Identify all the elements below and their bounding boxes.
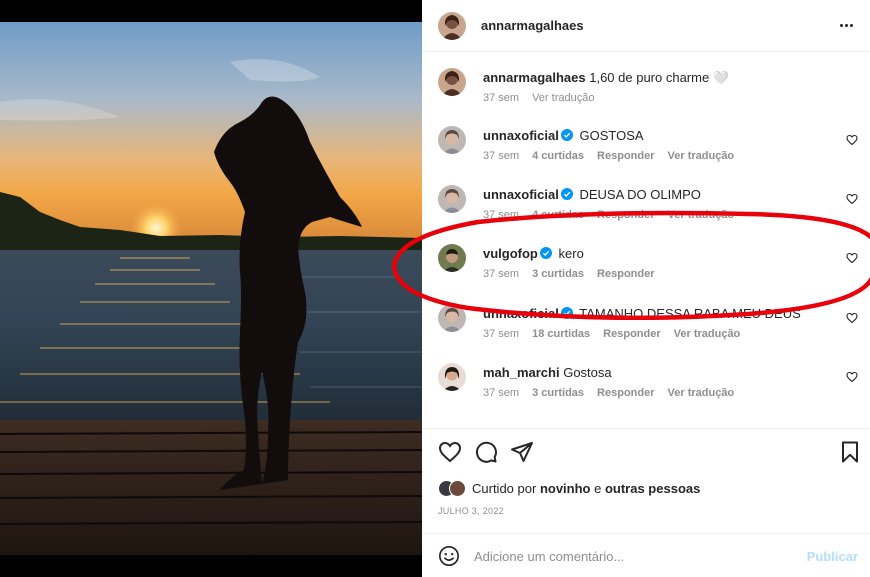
smiley-icon[interactable] [438,545,460,567]
reply-button[interactable]: Responder [597,268,654,280]
comment-username[interactable]: unnaxoficial [483,187,559,202]
commenter-avatar[interactable] [438,304,466,332]
comment-time[interactable]: 37 sem [483,150,519,162]
comment-input[interactable] [474,546,794,566]
comment-time[interactable]: 37 sem [483,328,519,340]
commenter-avatar[interactable] [438,244,466,272]
sunset-lake-photo [0,22,422,555]
commenter-avatar[interactable] [438,363,466,391]
reply-button[interactable]: Responder [597,209,654,221]
author-avatar[interactable] [438,11,466,40]
comment-time[interactable]: 37 sem [483,387,519,399]
liked-by-conj: e [594,480,602,496]
liked-by-row: Curtido por novinho e outras pessoas [438,478,700,498]
liked-by-others[interactable]: outras pessoas [605,481,700,496]
bookmark-icon[interactable] [838,440,862,464]
reply-button[interactable]: Responder [597,387,654,399]
verified-badge-icon [560,129,573,141]
reply-button[interactable]: Responder [597,150,654,162]
comment-likes[interactable]: 18 curtidas [532,328,590,340]
liked-by-text: Curtido por novinho e outras pessoas [472,481,700,496]
commenter-avatar[interactable] [438,126,466,154]
publish-button[interactable]: Publicar [807,549,858,564]
post-actions-bar [438,440,862,466]
post-side-panel: annarmagalhaes annarmagalhaes 1,60 de pu… [422,0,870,577]
translate-link[interactable]: Ver tradução [668,150,735,162]
comment-text: GOSTOSA [579,128,644,143]
translate-link[interactable]: Ver tradução [668,387,735,399]
comment-time[interactable]: 37 sem [483,209,519,221]
comment-time[interactable]: 37 sem [483,268,519,280]
liked-by-prefix: Curtido por [472,480,537,496]
liker-avatar [449,480,466,497]
verified-badge-icon [560,307,573,319]
comment-username[interactable]: vulgofop [483,246,538,261]
liked-by-user[interactable]: novinho [540,481,591,496]
translate-link[interactable]: Ver tradução [668,209,735,221]
liked-by-avatars[interactable] [438,478,472,498]
translate-link[interactable]: Ver tradução [674,328,741,340]
comment-username[interactable]: mah_marchi [483,365,560,380]
caption-text: 1,60 de puro charme 🤍 [589,70,729,85]
post-header: annarmagalhaes [422,0,870,52]
comment-text: kero [558,246,584,261]
comment-like-heart-icon[interactable] [846,252,858,264]
verified-badge-icon [539,247,552,259]
post-photo[interactable] [0,22,422,555]
translate-link[interactable]: Ver tradução [532,92,594,104]
heart-icon[interactable] [438,440,462,464]
comment-likes[interactable]: 3 curtidas [532,268,584,280]
comment-like-heart-icon[interactable] [846,371,858,383]
reply-button[interactable]: Responder [603,328,660,340]
comment-likes[interactable]: 4 curtidas [532,209,584,221]
comments-list: annarmagalhaes 1,60 de puro charme 🤍 37 … [422,52,870,428]
author-avatar[interactable] [438,68,466,96]
comment-like-heart-icon[interactable] [846,134,858,146]
comment-text: TAMANHO DESSA RABA MEU DEUS [579,306,801,321]
paper-plane-icon[interactable] [510,440,534,464]
author-username[interactable]: annarmagalhaes [481,18,584,33]
add-comment-bar: Publicar [422,533,870,577]
comment-text: DEUSA DO OLIMPO [579,187,701,202]
verified-badge-icon [560,188,573,200]
post-media-area [0,0,422,577]
comment-username[interactable]: unnaxoficial [483,306,559,321]
caption-username[interactable]: annarmagalhaes [483,70,586,85]
comment-username[interactable]: unnaxoficial [483,128,559,143]
comment-text: Gostosa [563,365,612,380]
comment-like-heart-icon[interactable] [846,312,858,324]
section-divider [422,428,870,429]
comment-like-heart-icon[interactable] [846,193,858,205]
comment-likes[interactable]: 4 curtidas [532,150,584,162]
more-options-icon[interactable] [836,15,856,35]
comment-likes[interactable]: 3 curtidas [532,387,584,399]
comment-bubble-icon[interactable] [474,440,498,464]
commenter-avatar[interactable] [438,185,466,213]
post-date[interactable]: JULHO 3, 2022 [438,506,504,516]
caption-time[interactable]: 37 sem [483,92,519,104]
